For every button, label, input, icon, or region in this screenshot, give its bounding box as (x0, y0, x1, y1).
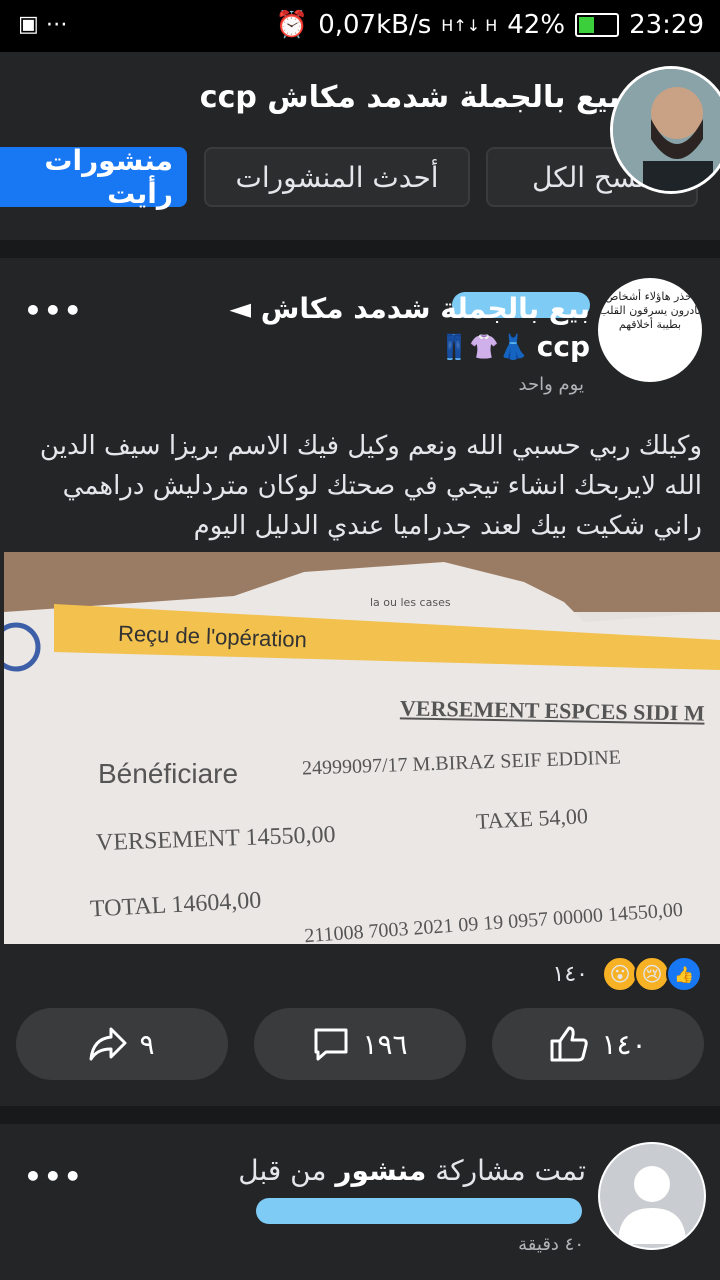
shared-suffix: من قبل (238, 1154, 327, 1187)
reaction-count: ١٤٠ (552, 961, 588, 987)
battery-percent: 42% (507, 10, 566, 40)
post-header-suffix: 👖👚👗 ccp (439, 330, 590, 363)
share-icon (89, 1027, 127, 1061)
post-time[interactable]: يوم واحد (519, 374, 584, 395)
battery-fill (579, 17, 595, 33)
tab-seen-posts[interactable]: منشورات رأيت (0, 144, 187, 210)
avatar-caption: احذر هاؤلاء أشخاص نادرون يسرقون القلب بط… (599, 290, 701, 331)
tab-latest-posts[interactable]: أحدث المنشورات (204, 147, 470, 207)
alarm-icon: ⏰ (275, 10, 309, 40)
poster-avatar[interactable]: احذر هاؤلاء أشخاص نادرون يسرقون القلب بط… (598, 278, 702, 382)
redacted-sharer-name (256, 1198, 582, 1224)
group-title[interactable]: بيع بالجملة شدمد مكاش ccp (200, 80, 620, 115)
reactions-summary[interactable]: ١٤٠ 😮 😢 👍 (553, 956, 702, 992)
more-options-icon[interactable]: ••• (24, 1160, 84, 1193)
post-card: احذر هاؤلاء أشخاص نادرون يسرقون القلب بط… (0, 258, 720, 1106)
post-link[interactable]: منشور (335, 1154, 426, 1187)
receipt-header-small: la ou les cases (370, 596, 451, 609)
receipt-operation: VERSEMENT ESPCES SIDI M (399, 695, 705, 726)
signal-icon: H↑↓ H (441, 15, 498, 35)
shared-prefix: تمت مشاركة (435, 1154, 586, 1187)
more-options-icon[interactable]: ••• (24, 294, 84, 327)
battery-icon (575, 13, 620, 37)
shared-post-text: تمت مشاركة منشور من قبل (238, 1154, 586, 1187)
share-button[interactable]: ٩ (16, 1008, 228, 1080)
post-text: وكيلك ربي حسبي الله ونعم وكيل فيك الاسم … (39, 431, 702, 541)
status-bar: ▣ ⋯ ⏰ 0,07kB/s H↑↓ H 42% 23:29 (0, 0, 720, 52)
notification-icons: ▣ ⋯ (18, 12, 68, 37)
like-reaction-icon: 👍 (666, 956, 702, 992)
shared-post-card: تمت مشاركة منشور من قبل ••• ٤٠ دقيقة (0, 1124, 720, 1280)
like-button[interactable]: ١٤٠ (492, 1008, 704, 1080)
comment-button[interactable]: ١٩٦ (254, 1008, 466, 1080)
sad-reaction-icon: 😢 (634, 956, 670, 992)
comment-count: ١٩٦ (362, 1027, 408, 1061)
thumbs-up-icon (550, 1026, 589, 1062)
network-speed: 0,07kB/s (318, 10, 432, 40)
emoji-icons: 👖👚👗 (439, 332, 529, 361)
shared-post-time[interactable]: ٤٠ دقيقة (518, 1234, 584, 1255)
receipt-photo[interactable]: la ou les cases Reçu de l'opération VERS… (4, 552, 720, 944)
share-count: ٩ (139, 1027, 155, 1061)
comment-icon (314, 1028, 348, 1061)
post-header: بيع بالجملة شدمد مكاش ◄ (229, 292, 590, 325)
group-avatar[interactable] (610, 66, 720, 194)
section-divider (0, 240, 720, 258)
sharer-avatar[interactable] (598, 1142, 706, 1250)
clock: 23:29 (629, 10, 704, 40)
receipt-beneficiary-label: Bénéficiare (98, 758, 239, 789)
filter-tabs: مسح الكل أحدث المنشورات منشورات رأيت (0, 144, 720, 211)
group-name-suffix[interactable]: ccp (537, 330, 590, 363)
like-count: ١٤٠ (601, 1027, 647, 1061)
group-name-link[interactable]: بيع بالجملة شدمد مكاش (261, 292, 590, 325)
wow-reaction-icon: 😮 (602, 956, 638, 992)
arrow-icon: ◄ (229, 292, 252, 325)
